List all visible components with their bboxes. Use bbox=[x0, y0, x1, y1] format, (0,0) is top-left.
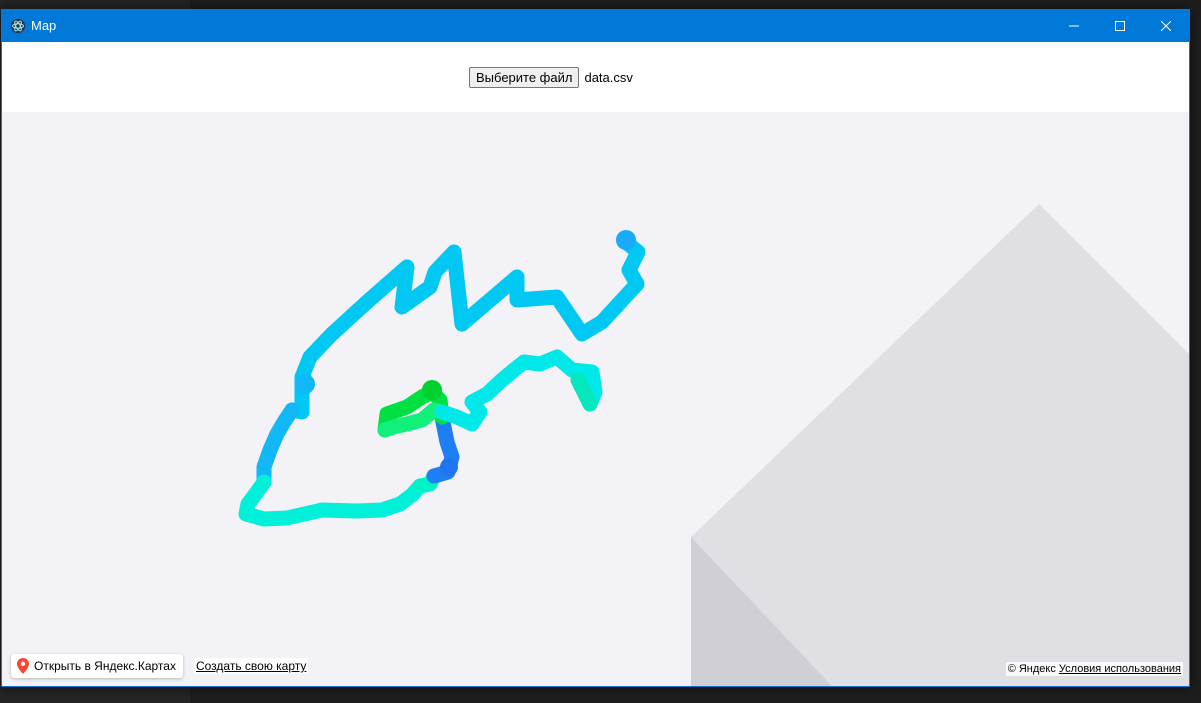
minimize-button[interactable] bbox=[1051, 10, 1097, 42]
title-bar[interactable]: Map bbox=[2, 10, 1189, 42]
choose-file-button[interactable]: Выберите файл bbox=[469, 67, 580, 88]
toolbar: Выберите файл data.csv bbox=[2, 42, 1189, 112]
file-name-label: data.csv bbox=[584, 70, 633, 85]
open-in-yandex-maps-button[interactable]: Открыть в Яндекс.Картах bbox=[11, 654, 183, 678]
route-bottom-left-segment bbox=[238, 474, 428, 527]
file-input[interactable]: Выберите файл data.csv bbox=[469, 67, 633, 88]
route-endpoint bbox=[616, 230, 636, 250]
map-canvas bbox=[238, 204, 1189, 686]
route-point bbox=[422, 380, 442, 400]
copyright-label: © Яндекс bbox=[1007, 663, 1056, 675]
window-title: Map bbox=[31, 18, 57, 33]
open-in-yandex-maps-label: Открыть в Яндекс.Картах bbox=[34, 659, 176, 673]
terms-of-use-link[interactable]: Условия использования bbox=[1059, 663, 1181, 675]
app-icon bbox=[10, 18, 26, 34]
close-icon bbox=[1161, 21, 1171, 31]
map-pin-icon bbox=[17, 658, 29, 674]
app-window: Map Выберите файл data.csv Открыть в Янд… bbox=[1, 9, 1190, 687]
map-footer-left: Открыть в Яндекс.Картах Создать свою кар… bbox=[11, 654, 309, 678]
route-point bbox=[295, 374, 315, 394]
route-point bbox=[440, 458, 458, 476]
close-button[interactable] bbox=[1143, 10, 1189, 42]
route-inner-segment bbox=[434, 349, 603, 432]
map-copyright: © Яндекс Условия использования bbox=[1005, 662, 1183, 676]
maximize-button[interactable] bbox=[1097, 10, 1143, 42]
minimize-icon bbox=[1069, 25, 1079, 27]
route-left-segment bbox=[256, 402, 300, 490]
map-building bbox=[691, 204, 1189, 686]
create-map-link[interactable]: Создать свою карту bbox=[193, 658, 309, 674]
map-view[interactable]: Открыть в Яндекс.Картах Создать свою кар… bbox=[2, 112, 1189, 686]
maximize-icon bbox=[1115, 21, 1125, 31]
